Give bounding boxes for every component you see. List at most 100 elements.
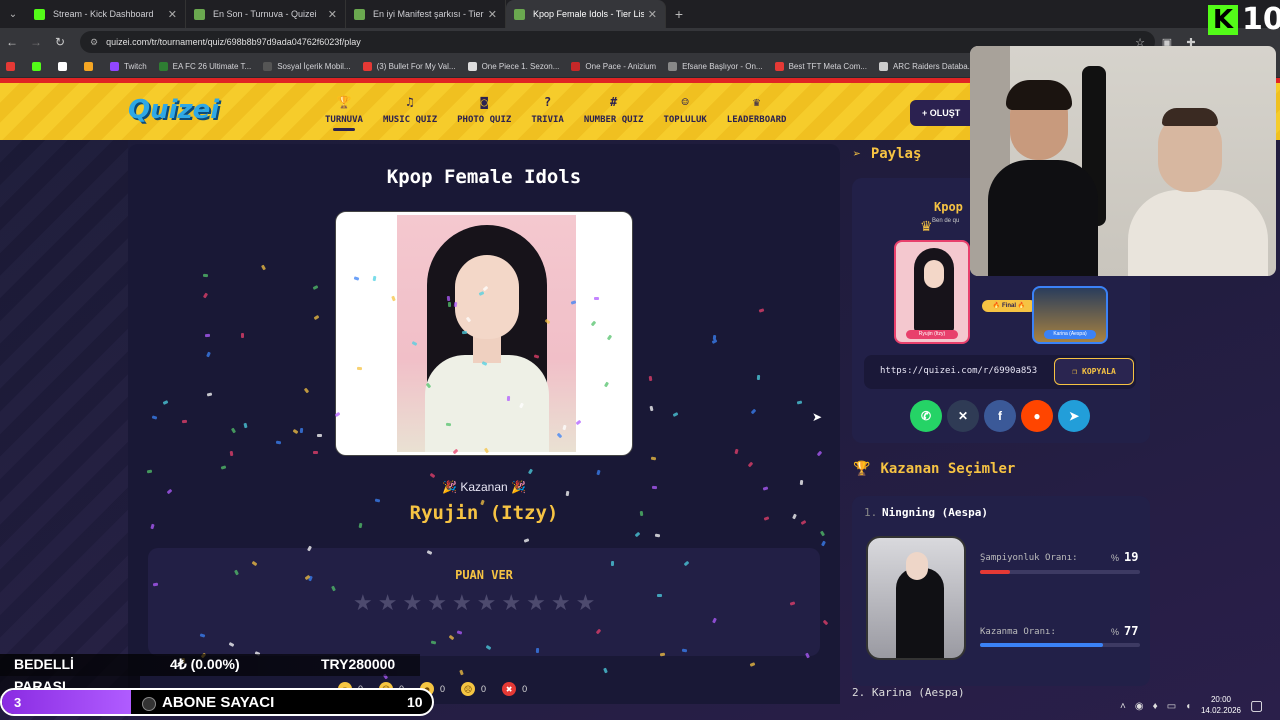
tab-favicon-icon [34, 8, 45, 20]
confetti-piece [204, 333, 210, 337]
bookmark-favicon-icon [362, 62, 372, 71]
preview-runnerup-label: Karina (Aespa) [1044, 330, 1096, 339]
confetti-piece [649, 405, 654, 412]
bookmark-label: One Pace - Anizium [585, 62, 657, 71]
bookmark-label: Twitch [124, 62, 147, 71]
bookmark-favicon-icon [32, 62, 41, 71]
nav-trivia[interactable]: ? TRIVIA [531, 95, 564, 131]
system-tray: ˄ ◉ ♦ ▭ ◖ [1120, 692, 1200, 720]
browser-tab[interactable]: En Son - Turnuva - Quizei ✕ [186, 0, 346, 28]
back-icon[interactable]: ← [0, 35, 24, 49]
tab-title: En Son - Turnuva - Quizei [213, 9, 317, 19]
winner-rank: 1. [864, 506, 878, 519]
champ-rate-value: 19 [1124, 550, 1139, 564]
confetti-piece [820, 540, 826, 547]
star-icon[interactable]: ★ [452, 592, 472, 614]
nav-label: MUSIC QUIZ [382, 115, 438, 125]
new-tab-button[interactable]: + [666, 6, 692, 22]
facebook-icon[interactable]: f [984, 400, 1016, 432]
confetti-piece [206, 392, 213, 397]
star-icon[interactable]: ★ [353, 592, 373, 614]
clock-date: 14.02.2026 [1200, 706, 1242, 715]
forward-icon[interactable]: → [24, 35, 48, 49]
discord-icon[interactable]: ◉ [1135, 701, 1144, 712]
bookmark-item[interactable] [6, 62, 20, 71]
tab-search-icon[interactable]: ⌄ [0, 0, 26, 28]
confetti-piece [657, 593, 663, 597]
x-icon[interactable]: ✕ [947, 400, 979, 432]
nav-music-quiz[interactable]: ♫ MUSIC QUIZ [383, 95, 437, 131]
rating-title: PUAN VER [455, 568, 513, 582]
star-icon[interactable]: ★ [526, 592, 546, 614]
telegram-icon[interactable]: ➤ [1058, 400, 1090, 432]
bookmark-item[interactable]: ARC Raiders Databa... [878, 62, 974, 71]
clock[interactable]: 20:00 14.02.2026 [1196, 694, 1246, 716]
close-tab-icon[interactable]: ✕ [648, 8, 657, 21]
confetti-piece [527, 468, 534, 475]
whatsapp-icon[interactable]: ✆ [910, 400, 942, 432]
nav-number-quiz[interactable]: # NUMBER QUIZ [584, 95, 644, 131]
tab-favicon-icon [354, 8, 365, 20]
nav-label: TRIVIA [531, 115, 564, 125]
notification-icon[interactable]: ▢ [1250, 697, 1263, 714]
star-icon[interactable]: ★ [402, 592, 422, 614]
site-logo[interactable]: Quizei [128, 95, 219, 125]
mic-icon[interactable]: ♦ [1153, 701, 1158, 712]
site-info-icon[interactable]: ⚙ [90, 37, 98, 48]
browser-tab[interactable]: Stream - Kick Dashboard ✕ [26, 0, 186, 28]
reaction-button[interactable]: ✖ 0 [502, 682, 527, 696]
nav-photo-quiz[interactable]: ◙ PHOTO QUIZ [457, 95, 511, 131]
kick-logo-icon: K [1208, 5, 1238, 35]
bookmark-favicon-icon [668, 62, 678, 71]
share-link-field[interactable]: https://quizei.com/r/6990a853 [880, 366, 1048, 376]
win-rate-bar [980, 643, 1140, 647]
confetti-piece [299, 427, 303, 433]
timer-icon [142, 697, 156, 711]
volume-icon[interactable]: ◖ [1185, 701, 1191, 712]
confetti-piece [800, 519, 807, 525]
reload-icon[interactable]: ↻ [48, 35, 72, 49]
bookmark-item[interactable] [84, 62, 98, 71]
star-icon[interactable]: ★ [477, 592, 497, 614]
bookmark-item[interactable]: One Pace - Anizium [571, 62, 656, 71]
bookmark-item[interactable] [32, 62, 46, 71]
bookmark-item[interactable]: Twitch [110, 62, 147, 71]
confetti-piece [594, 297, 600, 301]
copy-button[interactable]: ❐ KOPYALA [1054, 358, 1134, 385]
bookmark-item[interactable]: One Piece 1. Sezon... [467, 62, 559, 71]
sub-current: 3 [14, 695, 22, 710]
bookmark-item[interactable]: Sosyal İçerik Mobil... [263, 62, 351, 71]
network-icon[interactable]: ▭ [1167, 701, 1176, 712]
nav-turnuva[interactable]: 🏆 TURNUVA [325, 95, 363, 131]
bookmark-item[interactable]: Best TFT Meta Com... [774, 62, 867, 71]
bookmark-item[interactable]: (3) Bullet For My Val... [362, 62, 456, 71]
star-icon[interactable]: ★ [378, 592, 398, 614]
star-icon[interactable]: ★ [427, 592, 447, 614]
tab-title: Kpop Female Idols - Tier List, K [533, 9, 644, 19]
star-icon[interactable]: ★ [551, 592, 571, 614]
browser-tab[interactable]: Kpop Female Idols - Tier List, K ✕ [506, 0, 666, 28]
bookmark-item[interactable]: Efsane Başlıyor - On... [668, 62, 763, 71]
star-icon[interactable]: ★ [576, 592, 596, 614]
reddit-icon[interactable]: ● [1021, 400, 1053, 432]
close-tab-icon[interactable]: ✕ [328, 8, 337, 21]
quiz-title: Kpop Female Idols [386, 166, 582, 188]
champ-rate-label: Şampiyonluk Oranı: [980, 553, 1078, 563]
nav-leaderboard[interactable]: ♛ LEADERBOARD [727, 95, 787, 131]
chevron-up-icon[interactable]: ˄ [1120, 701, 1126, 712]
confetti-piece [151, 415, 158, 420]
close-tab-icon[interactable]: ✕ [488, 8, 497, 21]
next-winner-text: Karina (Aespa) [871, 686, 965, 699]
close-tab-icon[interactable]: ✕ [168, 8, 177, 21]
bookmark-item[interactable] [58, 62, 72, 71]
star-icon[interactable]: ★ [501, 592, 521, 614]
reaction-button[interactable]: ☹0 [461, 682, 486, 696]
share-heading-text: Paylaş [870, 146, 922, 162]
medal-icon: ♛ [752, 95, 761, 109]
bookmark-item[interactable]: EA FC 26 Ultimate T... [158, 62, 251, 71]
nav-topluluk[interactable]: ☺ TOPLULUK [663, 95, 706, 131]
confetti-piece [149, 523, 155, 530]
browser-tab[interactable]: En iyi Manifest şarkısı - Tier List ✕ [346, 0, 506, 28]
confetti-piece [229, 450, 234, 456]
confetti-piece [655, 533, 661, 538]
